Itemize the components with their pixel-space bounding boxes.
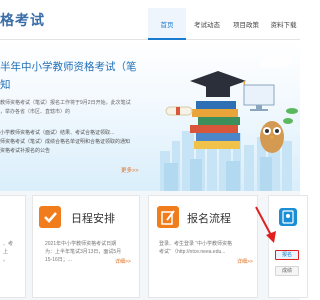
nav-item-home[interactable]: 首页 <box>148 8 186 40</box>
header-bar: 格考试 首页 考试动态 项目政策 资料下载 <box>0 0 300 40</box>
register-button[interactable]: 报名 <box>275 250 299 260</box>
card-body-text: 、考 上 。 <box>3 240 13 264</box>
hero-banner: 半年中小学教师资格考试（笔 知 教师资格考试（笔试）报名工作将于9月2日开始，此… <box>0 41 300 191</box>
diploma-icon <box>165 106 193 116</box>
card-more-link[interactable]: 详细>> <box>237 258 253 265</box>
card-body-line: 登录、考生登录 “中小学教师资格 <box>159 241 233 247</box>
checkmark-icon <box>39 206 61 228</box>
card-body-line: 上 <box>3 249 9 255</box>
card-body-text: 登录、考生登录 “中小学教师资格 考试” （http://ntce.neea.e… <box>159 240 232 256</box>
card-title: 日程安排 <box>71 213 115 225</box>
hero-title-line2[interactable]: 知 <box>0 77 130 93</box>
card-schedule[interactable]: 日程安排 2021年中小学教师资格考试日期 为：上半年笔试3月13日，面试5月 … <box>32 195 140 298</box>
card-body-text: 2021年中小学教师资格考试日期 为：上半年笔试3月13日，面试5月 15-16… <box>45 240 121 264</box>
card-partial-left[interactable]: 、考 上 。 <box>0 195 26 298</box>
owl-icon <box>260 121 284 153</box>
card-more-link[interactable]: 详细>> <box>115 258 131 265</box>
card-body-line: 15-16日；... <box>45 257 72 263</box>
edit-pencil-icon <box>157 206 179 228</box>
red-arrow-annotation-icon <box>255 206 276 243</box>
nav-item-exam-news[interactable]: 考试动态 <box>189 8 225 40</box>
graduation-cap-icon <box>190 71 247 100</box>
leaf-icon <box>283 108 298 124</box>
hero-more-link[interactable]: 更多>> <box>121 166 138 174</box>
computer-monitor-icon <box>243 84 275 111</box>
card-body-line: 考试” （http://ntce.neea.edu... <box>159 249 226 255</box>
hero-news-item[interactable]: 师资格考试（笔试）成绩合格名单证明和合格证领取的通知 <box>0 138 140 146</box>
hero-desc-line1: 教师资格考试（笔试）报名工作将于9月2日开始，此次笔试 <box>0 100 131 106</box>
card-body-line: 2021年中小学教师资格考试日期 <box>45 241 117 247</box>
hero-desc-line2: ，举办各省（市区、直辖市）的 <box>0 109 71 115</box>
cloud-icon <box>260 55 294 68</box>
feature-cards: 、考 上 。 日程安排 2021年中小学教师资格考试日期 为：上半年笔试3月13… <box>0 191 308 300</box>
card-body-line: 为：上半年笔试3月13日，面试5月 <box>45 249 122 255</box>
card-registration-process[interactable]: 报名流程 登录、考生登录 “中小学教师资格 考试” （http://ntce.n… <box>148 195 258 298</box>
user-card-icon <box>279 208 297 226</box>
nav-item-policy[interactable]: 项目政策 <box>228 8 264 40</box>
hero-news-item[interactable]: 资格考试补报名的公告 <box>0 147 140 155</box>
card-body-line: 、考 <box>3 241 14 247</box>
card-title: 报名流程 <box>187 213 231 225</box>
hero-title-line1[interactable]: 半年中小学教师资格考试（笔 <box>0 59 137 75</box>
books-illustration-icon <box>190 101 240 149</box>
card-body-line: 。 <box>3 257 9 263</box>
hero-news-item[interactable]: 小学教师资格考试（面试）结果、考试合格证领取... <box>0 129 140 137</box>
nav-item-downloads[interactable]: 资料下载 <box>267 8 300 40</box>
hero-illustration <box>160 55 298 191</box>
score-button[interactable]: 成绩 <box>275 266 299 276</box>
site-logo-text[interactable]: 格考试 <box>0 10 45 30</box>
